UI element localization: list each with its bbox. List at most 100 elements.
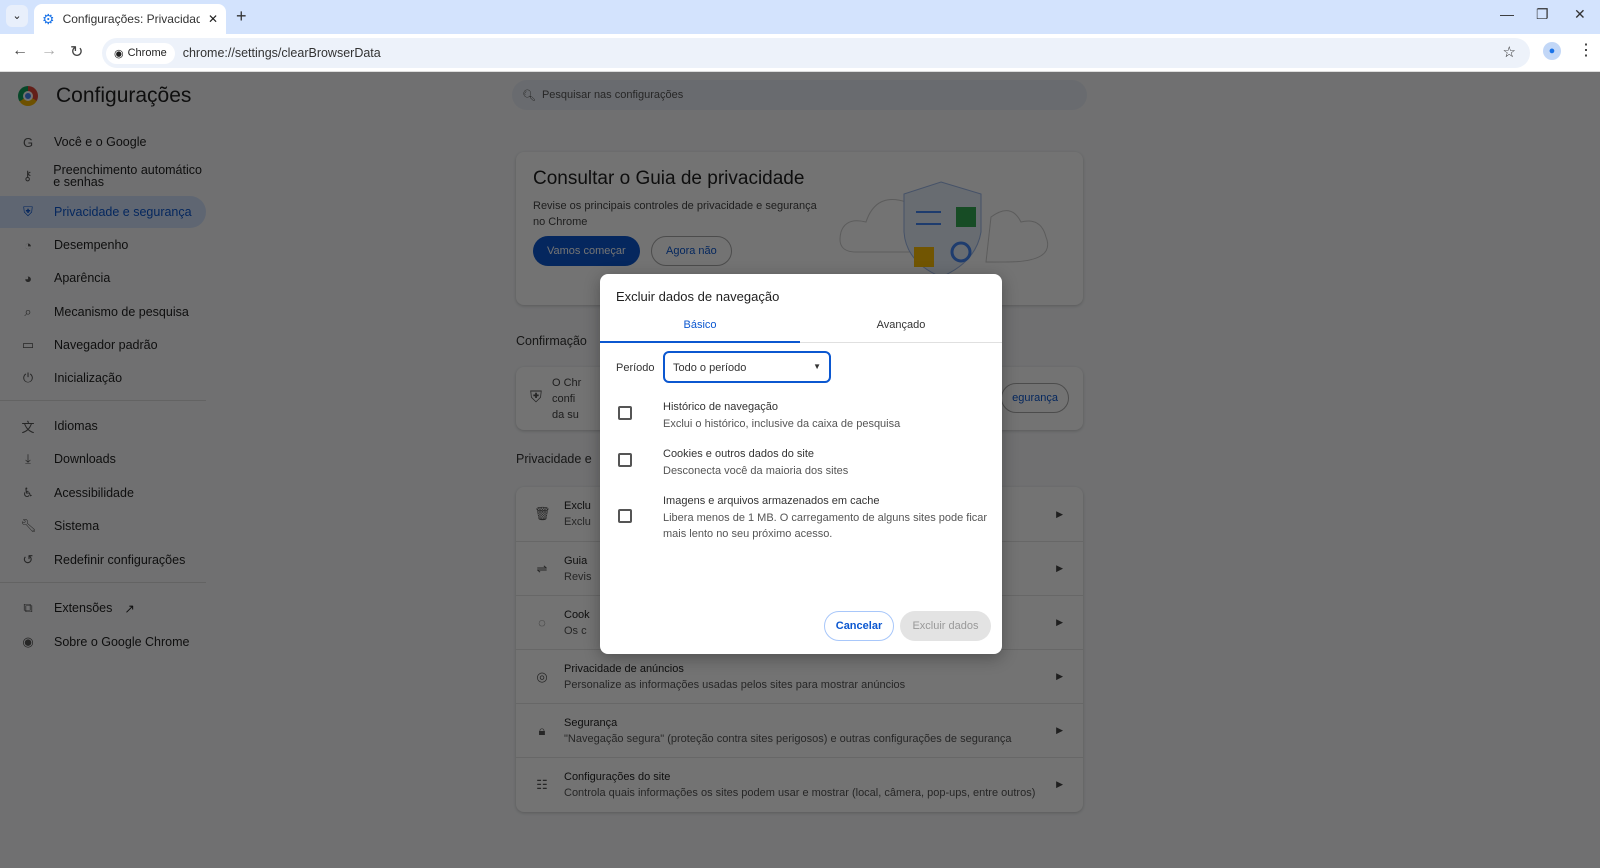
row-desc: Exclu xyxy=(564,516,591,528)
address-bar[interactable]: ◉ Chrome chrome://settings/clearBrowserDa… xyxy=(102,38,1530,68)
sidebar-item-performance[interactable]: ◔ Desempenho xyxy=(0,229,206,261)
translate-icon: 文 xyxy=(21,419,35,435)
sidebar-item-reset[interactable]: ↺ Redefinir configurações xyxy=(0,544,206,576)
chevron-right-icon: ▶ xyxy=(1056,617,1063,627)
active-tab[interactable]: ⚙ Configurações: Privacidade e se ✕ xyxy=(34,4,226,34)
row-desc: Personalize as informações usadas pelos … xyxy=(564,678,906,691)
minimize-button[interactable]: — xyxy=(1500,6,1514,22)
option-desc: Libera menos de 1 MB. O carregamento de … xyxy=(663,511,988,541)
browser-icon: ▭ xyxy=(21,337,35,352)
safety-check-text: O Chr confi da su xyxy=(552,375,581,423)
sidebar-item-autofill[interactable]: ⚷ Preenchimento automático e senhas xyxy=(0,160,206,192)
shield-icon: ⛨ xyxy=(530,389,543,406)
cookies-checkbox[interactable] xyxy=(618,453,632,467)
restore-button[interactable]: ❐ xyxy=(1536,6,1549,23)
url-text[interactable]: chrome://settings/clearBrowserData xyxy=(183,46,381,60)
dialog-tabs: Básico Avançado xyxy=(600,310,1002,343)
power-icon: ⏻ xyxy=(22,370,34,385)
sidebar-item-startup[interactable]: ⏻ Inicialização xyxy=(0,362,206,394)
sidebar-label: Privacidade e segurança xyxy=(54,205,192,219)
tab-basic[interactable]: Básico xyxy=(600,310,800,343)
chevron-right-icon: ▶ xyxy=(1056,671,1063,681)
period-select[interactable]: Todo o período ▼ xyxy=(663,351,831,383)
toolbar: ← → ↻ ◉ Chrome chrome://settings/clearBro… xyxy=(0,34,1600,72)
cache-checkbox[interactable] xyxy=(618,509,632,523)
search-icon: 🔍︎ xyxy=(522,89,536,102)
option-title: Cookies e outros dados do site xyxy=(663,448,815,460)
tab-search-button[interactable]: ⌄ xyxy=(6,5,28,27)
sidebar-label: Navegador padrão xyxy=(54,338,158,352)
ads-icon: ◎ xyxy=(536,668,548,684)
sidebar-label: Inicialização xyxy=(54,371,123,385)
trash-icon: 🗑︎ xyxy=(534,506,551,521)
sidebar-divider xyxy=(0,400,206,401)
search-input[interactable]: 🔍︎ Pesquisar nas configurações xyxy=(512,80,1087,110)
text-line: confi xyxy=(552,393,576,405)
dismiss-guide-button[interactable]: Agora não xyxy=(651,236,732,266)
sidebar-label: Sistema xyxy=(54,519,100,533)
external-link-icon: ↗ xyxy=(124,601,135,616)
lock-icon: 🔒︎ xyxy=(538,722,546,738)
download-icon: ⤓ xyxy=(25,451,31,466)
sidebar-item-system[interactable]: 🔧︎ Sistema xyxy=(0,510,206,542)
period-value: Todo o período xyxy=(673,362,747,374)
puzzle-icon: ⧉ xyxy=(23,600,33,615)
close-tab-icon[interactable]: ✕ xyxy=(208,12,218,26)
profile-avatar[interactable]: ● xyxy=(1543,42,1561,60)
row-desc: Controla quais informações os sites pode… xyxy=(564,786,1036,799)
sidebar-item-privacy[interactable]: ⛨ Privacidade e segurança xyxy=(0,196,206,228)
row-title: Configurações do site xyxy=(564,770,671,783)
sidebar-label: Preenchimento automático e senhas xyxy=(53,163,202,189)
sidebar-item-downloads[interactable]: ⤓ Downloads xyxy=(0,443,206,475)
safety-check-button[interactable]: egurança xyxy=(1001,383,1069,413)
sidebar-label: Aparência xyxy=(54,271,111,285)
shield-icon: ⛨ xyxy=(23,204,33,219)
search-icon: ⌕ xyxy=(24,304,32,319)
clear-data-button[interactable]: Excluir dados xyxy=(900,611,991,641)
sidebar-item-extensions[interactable]: ⧉ Extensões ↗ xyxy=(0,592,206,624)
row-desc: Revis xyxy=(564,570,592,583)
sidebar-item-you-and-google[interactable]: G Você e o Google xyxy=(0,126,206,158)
sidebar-item-about[interactable]: ◉ Sobre o Google Chrome xyxy=(0,626,206,658)
sidebar-label: Você e o Google xyxy=(54,135,147,149)
sidebar-item-accessibility[interactable]: ♿︎ Acessibilidade xyxy=(0,477,206,509)
list-item-ad-privacy[interactable]: ◎ Privacidade de anúncios Personalize as i… xyxy=(516,649,1083,703)
chevron-right-icon: ▶ xyxy=(1056,563,1063,573)
row-title: Privacidade de anúncios xyxy=(564,662,684,675)
bookmark-star-icon[interactable]: ☆ xyxy=(1503,43,1516,61)
tab-strip: ⌄ ⚙ Configurações: Privacidade e se ✕ + … xyxy=(0,0,1600,34)
list-item-security[interactable]: 🔒︎ Segurança "Navegação segura" (proteção … xyxy=(516,703,1083,757)
chrome-icon: ◉ xyxy=(114,47,124,60)
reset-icon: ↺ xyxy=(22,552,34,567)
guide-title: Consultar o Guia de privacidade xyxy=(533,168,805,189)
tab-advanced[interactable]: Avançado xyxy=(800,310,1002,343)
text-line: da su xyxy=(552,409,579,421)
chrome-logo xyxy=(18,86,38,106)
list-item-site-settings[interactable]: ☷ Configurações do site Controla quais inf… xyxy=(516,757,1083,811)
row-title: Guia xyxy=(564,554,588,567)
cancel-button[interactable]: Cancelar xyxy=(824,611,894,641)
start-guide-button[interactable]: Vamos começar xyxy=(533,236,640,266)
gear-icon: ⚙ xyxy=(42,10,55,27)
sidebar-item-appearance[interactable]: ◕ Aparência xyxy=(0,262,206,294)
sliders-icon: ☷ xyxy=(536,776,548,792)
back-button[interactable]: ← xyxy=(12,42,28,60)
sidebar-item-languages[interactable]: 文 Idiomas xyxy=(0,410,206,442)
privacy-section-label: Privacidade e xyxy=(516,452,592,466)
sidebar-item-search-engine[interactable]: ⌕ Mecanismo de pesquisa xyxy=(0,296,206,328)
dropdown-arrow-icon: ▼ xyxy=(813,362,821,371)
new-tab-button[interactable]: + xyxy=(236,6,247,27)
history-checkbox[interactable] xyxy=(618,406,632,420)
forward-button[interactable]: → xyxy=(41,42,57,60)
reload-button[interactable]: ↻ xyxy=(70,42,83,62)
site-info-chip[interactable]: ◉ Chrome xyxy=(106,42,175,64)
dialog-title: Excluir dados de navegação xyxy=(616,289,780,304)
menu-icon[interactable]: ⋮ xyxy=(1578,40,1594,60)
close-window-button[interactable]: ✕ xyxy=(1574,6,1586,23)
sidebar-label: Sobre o Google Chrome xyxy=(54,635,190,649)
search-placeholder: Pesquisar nas configurações xyxy=(541,89,684,101)
sidebar-label: Acessibilidade xyxy=(54,486,134,500)
chip-label: Chrome xyxy=(127,47,167,59)
sidebar-item-default-browser[interactable]: ▭ Navegador padrão xyxy=(0,329,206,361)
option-desc: Exclui o histórico, inclusive da caixa d… xyxy=(663,417,901,430)
